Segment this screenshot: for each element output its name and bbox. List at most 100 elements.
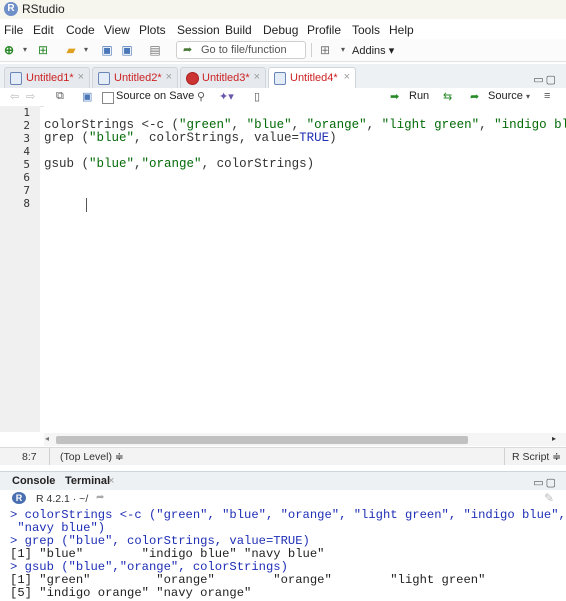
- rerun-icon[interactable]: ⇆: [443, 90, 452, 103]
- status-divider: [49, 448, 50, 465]
- editor-tabstrip: Untitled1* × Untitled2* × Untitled3* × U…: [0, 64, 566, 89]
- scroll-right-icon[interactable]: ▸: [552, 434, 556, 443]
- save-all-icon[interactable]: ▣: [120, 43, 134, 57]
- pane-minmax-icon[interactable]: ▭▢: [533, 73, 558, 86]
- code-line-2: colorStrings <-c ("green", "blue", "oran…: [44, 118, 566, 132]
- code-editor[interactable]: colorStrings <-c ("green", "blue", "oran…: [44, 106, 566, 432]
- r-script-icon: [98, 72, 110, 85]
- close-icon[interactable]: ×: [254, 71, 260, 83]
- menu-view[interactable]: View: [104, 23, 130, 37]
- goto-directory-icon[interactable]: ➦: [96, 492, 104, 503]
- tab-untitled2[interactable]: Untitled2* ×: [92, 67, 178, 89]
- source-arrow-icon: ➦: [470, 91, 480, 103]
- r-script-icon: [274, 72, 286, 85]
- back-arrow-icon[interactable]: ⇦: [10, 90, 19, 103]
- code-line-5: gsub ("blue","orange", colorStrings): [44, 157, 315, 171]
- layout-dropdown-icon[interactable]: ▾: [336, 43, 350, 57]
- line-number: 5: [23, 158, 30, 171]
- menu-edit[interactable]: Edit: [33, 23, 54, 37]
- tab-label: Untitled3*: [202, 72, 250, 84]
- red-stop-icon: [186, 72, 199, 85]
- pane-minmax-icon[interactable]: ▭▢: [533, 476, 558, 489]
- line-number-gutter: 1 2 3 4 5 6 7 8: [0, 106, 40, 432]
- menu-file[interactable]: File: [4, 23, 23, 37]
- goto-file-input[interactable]: ➦ Go to file/function: [176, 41, 306, 59]
- menu-help[interactable]: Help: [389, 23, 414, 37]
- close-icon[interactable]: ×: [78, 71, 84, 83]
- console-input-line: > colorStrings <-c ("green", "blue", "or…: [10, 508, 566, 522]
- open-dropdown-icon[interactable]: ▾: [79, 43, 93, 57]
- menu-plots[interactable]: Plots: [139, 23, 166, 37]
- console-output-line: [5] "indigo orange" "navy orange": [10, 586, 252, 600]
- source-on-save-label: Source on Save: [116, 90, 195, 102]
- tab-console[interactable]: Console: [12, 475, 55, 487]
- source-dropdown-icon[interactable]: ▾: [526, 92, 530, 101]
- tab-label: Untitled2*: [114, 72, 162, 84]
- outline-icon[interactable]: ▯: [254, 90, 260, 103]
- tab-label: Untitled1*: [26, 72, 74, 84]
- close-icon[interactable]: ×: [108, 475, 114, 487]
- tab-untitled1[interactable]: Untitled1* ×: [4, 67, 90, 89]
- line-number: 3: [23, 132, 30, 145]
- new-project-icon[interactable]: ⊞: [36, 43, 50, 57]
- toolbar-divider: [311, 43, 312, 57]
- console-input-line: > grep ("blue", colorStrings, value=TRUE…: [10, 534, 310, 548]
- console-tabstrip: Console Terminal × ▭▢: [0, 471, 566, 491]
- menu-debug[interactable]: Debug: [263, 23, 298, 37]
- main-toolbar: ⊕ ▾ ⊞ ▰ ▾ ▣ ▣ ▤ ➦ Go to file/function ⊞ …: [0, 39, 566, 62]
- tab-terminal[interactable]: Terminal: [65, 475, 110, 487]
- clear-console-icon[interactable]: ✎: [544, 491, 554, 505]
- close-icon[interactable]: ×: [344, 71, 350, 83]
- line-number: 6: [23, 171, 30, 184]
- menu-bar: File Edit Code View Plots Session Build …: [0, 20, 566, 39]
- tab-untitled3[interactable]: Untitled3* ×: [180, 67, 266, 89]
- scroll-left-icon[interactable]: ◂: [45, 434, 49, 443]
- search-icon[interactable]: ⚲: [197, 90, 205, 103]
- menu-code[interactable]: Code: [66, 23, 95, 37]
- console-output-line: [1] "blue" "indigo blue" "navy blue": [10, 547, 325, 561]
- horizontal-scrollbar[interactable]: ◂ ▸: [44, 433, 566, 446]
- addins-caret-icon: ▾: [388, 45, 395, 57]
- file-type-selector[interactable]: R Script ≑: [512, 451, 561, 463]
- rstudio-logo-icon: R: [4, 2, 18, 16]
- line-number: 1: [23, 106, 30, 119]
- line-number: 8: [23, 197, 30, 210]
- scrollbar-thumb[interactable]: [56, 436, 468, 444]
- menu-session[interactable]: Session: [177, 23, 220, 37]
- console-info-bar: R R 4.2.1 · ~/ ➦ ✎: [0, 490, 566, 509]
- show-in-window-icon[interactable]: ⧉: [56, 90, 64, 103]
- line-number: 2: [23, 119, 30, 132]
- source-button[interactable]: Source: [488, 90, 523, 102]
- menu-tools[interactable]: Tools: [352, 23, 380, 37]
- editor-menu-icon[interactable]: ≡: [544, 90, 550, 102]
- run-arrow-icon: ➡: [390, 91, 400, 103]
- forward-arrow-icon[interactable]: ⇨: [26, 90, 35, 103]
- print-icon[interactable]: ▤: [148, 43, 162, 57]
- editor-status-bar: 8:7 (Top Level) ≑ R Script ≑: [0, 447, 566, 465]
- r-version-label: R 4.2.1 · ~/: [36, 493, 89, 505]
- menu-profile[interactable]: Profile: [307, 23, 341, 37]
- run-button[interactable]: Run: [409, 90, 429, 102]
- magic-wand-icon[interactable]: ✦▾: [219, 90, 234, 103]
- tab-untitled4[interactable]: Untitled4* ×: [268, 67, 356, 89]
- text-cursor: [86, 198, 87, 212]
- close-icon[interactable]: ×: [166, 71, 172, 83]
- save-icon[interactable]: ▣: [100, 43, 114, 57]
- grid-layout-icon[interactable]: ⊞: [318, 43, 332, 57]
- addins-button[interactable]: Addins ▾: [352, 44, 394, 57]
- open-folder-icon[interactable]: ▰: [64, 43, 78, 57]
- app-title: RStudio: [22, 2, 65, 16]
- source-on-save-checkbox[interactable]: [102, 92, 114, 104]
- console-output[interactable]: > colorStrings <-c ("green", "blue", "or…: [0, 508, 566, 601]
- new-file-icon[interactable]: ⊕: [2, 43, 16, 57]
- scope-selector[interactable]: (Top Level) ≑: [60, 451, 124, 463]
- console-input-line: "navy blue"): [10, 521, 106, 535]
- status-divider: [504, 448, 505, 465]
- console-output-line: [1] "green" "orange" "orange" "light gre…: [10, 573, 486, 587]
- goto-arrow-icon: ➦: [183, 44, 193, 56]
- line-number: 7: [23, 184, 30, 197]
- menu-build[interactable]: Build: [225, 23, 252, 37]
- code-line-3: grep ("blue", colorStrings, value=TRUE): [44, 131, 337, 145]
- new-file-dropdown-icon[interactable]: ▾: [18, 43, 32, 57]
- save-icon[interactable]: ▣: [82, 90, 92, 103]
